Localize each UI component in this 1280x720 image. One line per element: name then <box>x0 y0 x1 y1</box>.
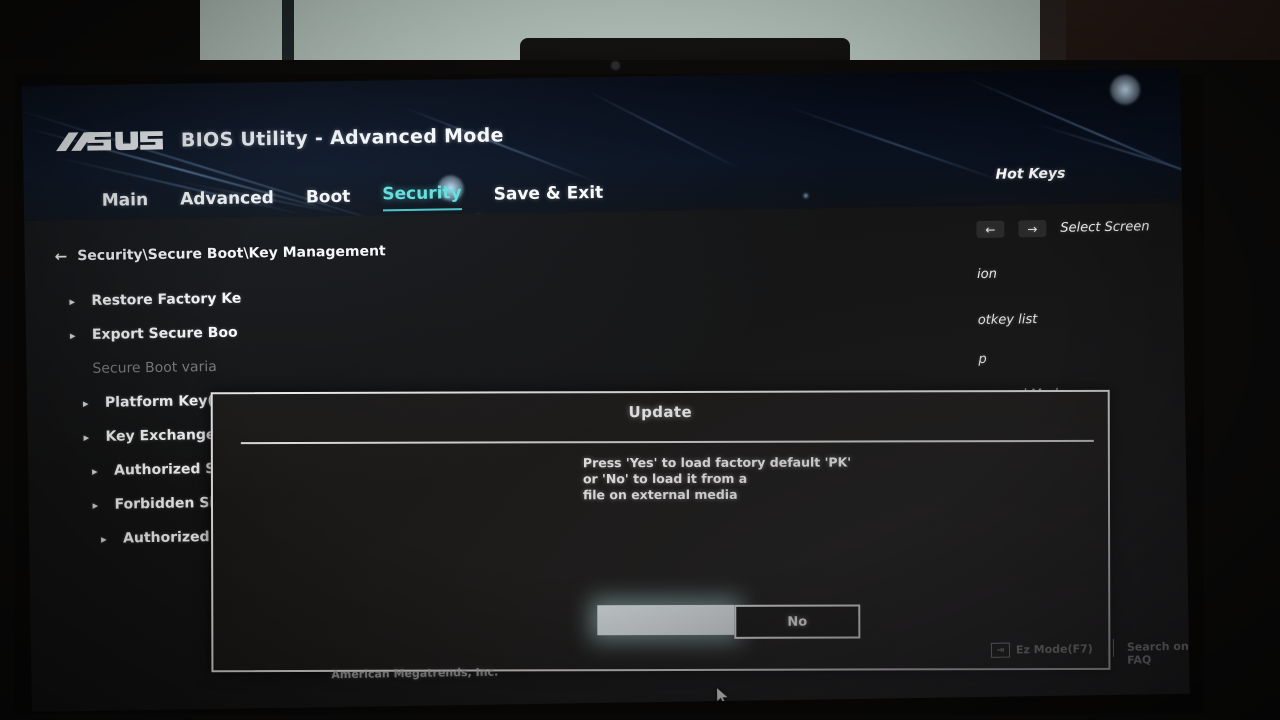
webcam-icon <box>612 62 619 69</box>
hot-key-label: p <box>978 351 987 367</box>
chevron-right-icon: ▸ <box>91 464 98 478</box>
hot-key-label: otkey list <box>977 311 1038 328</box>
menu-item-label: Restore Factory Ke <box>91 290 242 309</box>
search-faq-button[interactable]: Search on FAQ <box>1127 640 1189 667</box>
dialog-message-line-3: file on external media <box>582 486 738 503</box>
ez-mode-button[interactable]: ⇥ Ez Mode(F7) <box>990 641 1093 658</box>
tab-key-icon: ⇥ <box>990 642 1011 658</box>
chevron-right-icon: ▸ <box>82 396 89 410</box>
dialog-message-line-2: or 'No' to load it from a <box>582 470 748 487</box>
page-title: BIOS Utility - Advanced Mode <box>180 124 504 152</box>
chevron-right-icon: ▸ <box>83 430 90 444</box>
breadcrumb-path: Security\Secure Boot\Key Management <box>77 243 386 265</box>
yes-button[interactable]: Yes <box>597 604 735 636</box>
footer-divider <box>1112 638 1115 657</box>
photo-of-laptop-screen: BIOS Utility - Advanced Mode Main Advanc… <box>0 0 1280 720</box>
hot-key-setup: p <box>978 337 1185 378</box>
bios-body: ← Security\Secure Boot\Key Management ▸ … <box>24 202 1190 712</box>
tab-boot[interactable]: Boot <box>306 187 351 213</box>
bios-screen: BIOS Utility - Advanced Mode Main Advanc… <box>22 67 1190 712</box>
hot-keys-title: Hot Keys <box>995 165 1066 183</box>
hot-key-label: ion <box>976 266 997 282</box>
menu-item-label: Secure Boot varia <box>92 358 217 377</box>
update-dialog: Update Press 'Yes' to load factory defau… <box>210 389 1111 673</box>
chevron-right-icon: ▸ <box>69 294 76 308</box>
dialog-message-line-1: Press 'Yes' to load factory default 'PK' <box>582 454 852 471</box>
tab-main[interactable]: Main <box>102 190 149 216</box>
back-arrow-icon[interactable]: ← <box>55 247 68 265</box>
dialog-separator <box>240 439 1094 445</box>
menu-item-label: Export Secure Boo <box>91 324 238 343</box>
hot-key-select-screen: ← → Select Screen <box>976 208 1183 248</box>
dialog-message: Press 'Yes' to load factory default 'PK'… <box>583 455 851 504</box>
bios-header: BIOS Utility - Advanced Mode Main Advanc… <box>22 67 1182 221</box>
tab-advanced[interactable]: Advanced <box>180 188 274 214</box>
dialog-title: Update <box>628 402 693 422</box>
breadcrumb[interactable]: ← Security\Secure Boot\Key Management <box>55 242 386 265</box>
dialog-button-row: Yes No <box>597 604 861 640</box>
tab-security[interactable]: Security <box>382 183 462 212</box>
hot-key-select-item: ion <box>977 245 1184 300</box>
chevron-right-icon: ▸ <box>101 532 107 546</box>
copyright-text: American Megatrends, Inc. <box>331 665 499 682</box>
hot-key-label: Select Screen <box>1060 219 1150 236</box>
arrow-left-icon: ← <box>976 220 1005 239</box>
tab-save-and-exit[interactable]: Save & Exit <box>494 183 604 210</box>
no-button[interactable]: No <box>734 604 861 639</box>
ez-mode-label: Ez Mode(F7) <box>1015 642 1093 657</box>
chevron-right-icon: ▸ <box>69 328 76 342</box>
arrow-right-icon: → <box>1018 219 1047 238</box>
asus-logo <box>55 126 164 158</box>
chevron-right-icon: ▸ <box>92 498 99 512</box>
hot-key-general-help: otkey list <box>977 297 1184 340</box>
